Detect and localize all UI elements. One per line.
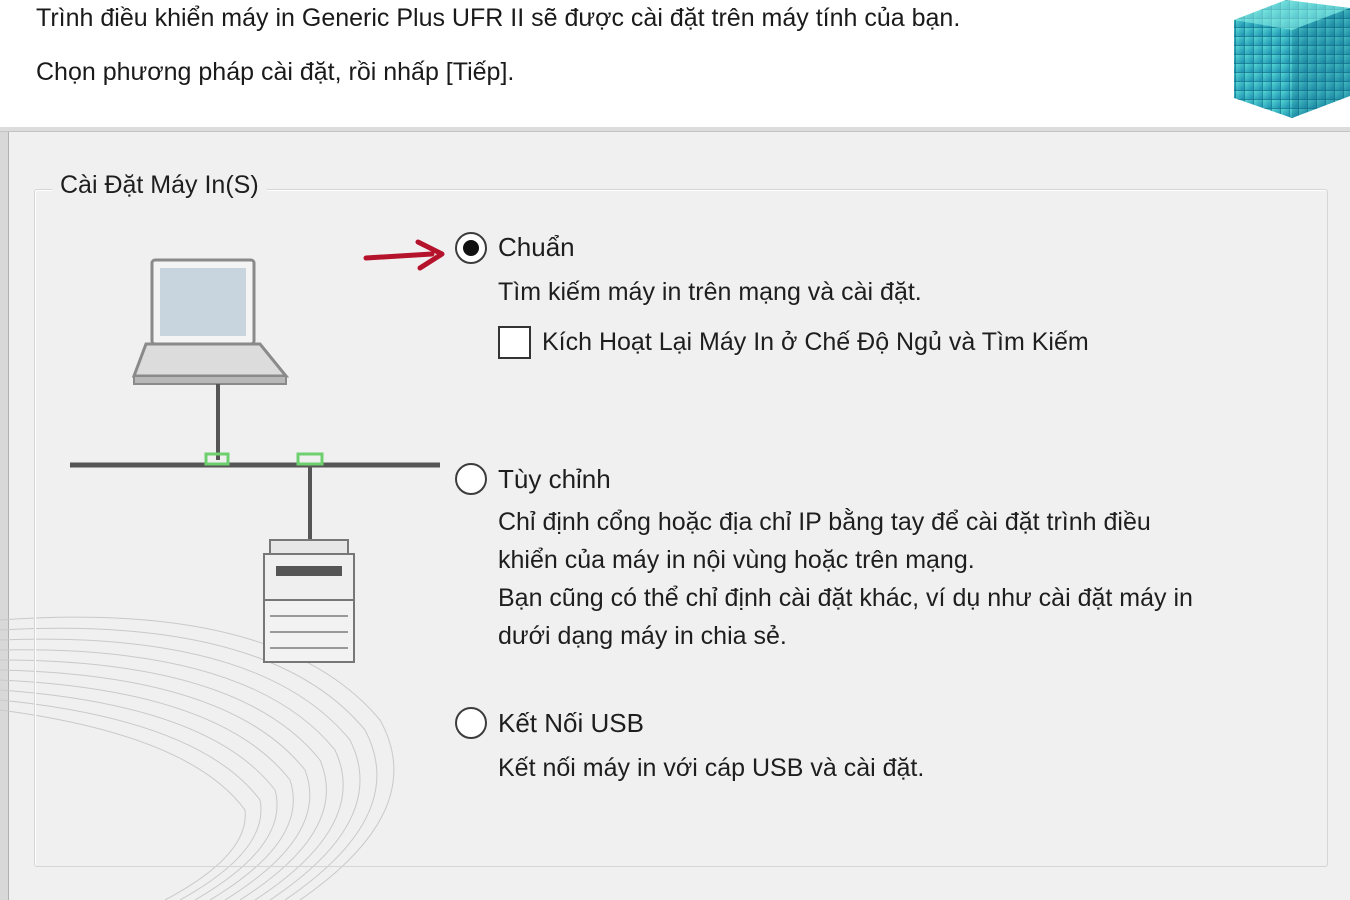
- header-panel: Trình điều khiển máy in Generic Plus UFR…: [0, 0, 1350, 132]
- custom-description-line: dưới dạng máy in chia sẻ.: [498, 622, 787, 650]
- header-divider: [0, 127, 1350, 132]
- header-instruction-line2: Chọn phương pháp cài đặt, rồi nhấp [Tiếp…: [36, 58, 515, 86]
- red-arrow-icon: [363, 239, 445, 271]
- custom-description-line: Chỉ định cổng hoặc địa chỉ IP bằng tay đ…: [498, 508, 1151, 536]
- radio-standard[interactable]: [455, 232, 487, 264]
- group-title: Cài Đặt Máy In(S): [52, 171, 267, 200]
- standard-description: Tìm kiếm máy in trên mạng và cài đặt.: [498, 278, 922, 306]
- radio-standard-label[interactable]: Chuẩn: [498, 232, 575, 263]
- radio-selected-dot: [463, 240, 479, 256]
- radio-custom-label[interactable]: Tùy chỉnh: [498, 464, 611, 495]
- radio-usb[interactable]: [455, 707, 487, 739]
- laptop-network-printer-icon: [70, 258, 440, 663]
- custom-description-line: Bạn cũng có thể chỉ định cài đặt khác, v…: [498, 584, 1193, 612]
- wake-printer-checkbox[interactable]: [498, 326, 531, 359]
- usb-description: Kết nối máy in với cáp USB và cài đặt.: [498, 754, 925, 782]
- custom-description-line: khiển của máy in nội vùng hoặc trên mạng…: [498, 546, 975, 574]
- radio-custom[interactable]: [455, 463, 487, 495]
- cube-logo-icon: [1234, 0, 1350, 118]
- wake-printer-checkbox-label[interactable]: Kích Hoạt Lại Máy In ở Chế Độ Ngủ và Tìm…: [542, 328, 1089, 357]
- header-instruction-line1: Trình điều khiển máy in Generic Plus UFR…: [36, 4, 961, 32]
- radio-usb-label[interactable]: Kết Nối USB: [498, 708, 644, 739]
